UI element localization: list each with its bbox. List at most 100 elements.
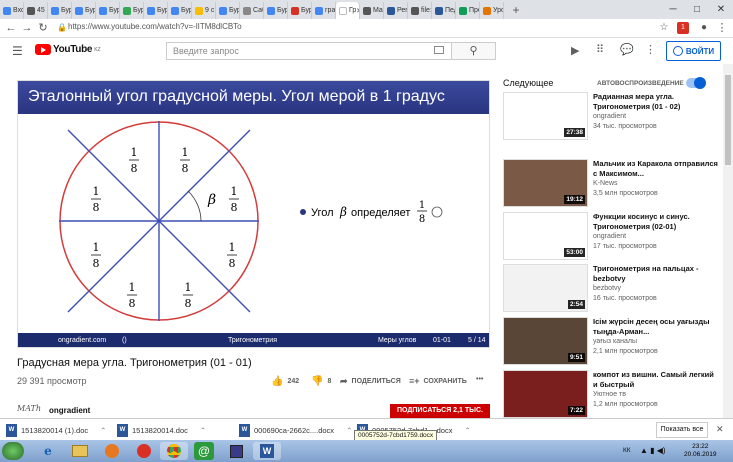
reload-icon[interactable]: ↻ xyxy=(36,21,50,35)
menu-icon[interactable]: ⋮ xyxy=(715,21,729,35)
more-actions-button[interactable]: ••• xyxy=(476,376,483,383)
login-button[interactable]: ВОЙТИ xyxy=(666,41,721,61)
show-all-downloads-button[interactable]: Показать все xyxy=(656,422,708,438)
browser-tab[interactable]: Вхо xyxy=(0,2,24,19)
video-thumbnail[interactable]: 53:00 xyxy=(503,212,588,260)
subscribe-button[interactable]: ПОДПИСАТЬСЯ 2,1 ТЫС. xyxy=(390,404,490,418)
video-title[interactable]: Мальчик из Каракола отправился с Максимо… xyxy=(593,159,718,179)
close-download-bar-icon[interactable]: ✕ xyxy=(716,424,724,435)
browser-tab[interactable]: Бур xyxy=(96,2,120,19)
video-title[interactable]: Тригонометрия на пальцах - bezbotvy xyxy=(593,264,718,284)
video-thumbnail[interactable]: 19:12 xyxy=(503,159,588,207)
video-title[interactable]: Ісім жүрсін десең осы уағызды тыңда-Арма… xyxy=(593,317,718,337)
like-button[interactable]: 👍 242 xyxy=(271,376,299,387)
start-button[interactable] xyxy=(2,442,24,460)
autoplay-toggle[interactable] xyxy=(686,77,706,89)
floppy-save-icon[interactable] xyxy=(222,442,250,460)
apps-grid-icon[interactable]: ⠿ xyxy=(596,43,604,56)
browser-tab[interactable]: Бур xyxy=(264,2,288,19)
browser-tab[interactable]: Бур xyxy=(120,2,144,19)
video-thumbnail[interactable]: 7:22 xyxy=(503,370,588,418)
browser-tab[interactable]: Бур xyxy=(72,2,96,19)
video-channel[interactable]: ongradient xyxy=(593,113,626,120)
keyboard-icon[interactable] xyxy=(434,46,444,54)
extension-badge[interactable]: 1 xyxy=(677,22,689,34)
download-options-chevron-icon[interactable]: ⌃ xyxy=(464,426,470,435)
video-channel[interactable]: Уютное тв xyxy=(593,391,626,398)
channel-name[interactable]: ongradient xyxy=(49,406,90,415)
browser-tab[interactable]: Бур xyxy=(288,2,312,19)
video-title[interactable]: компот из вишни. Самый легкий и быстрый xyxy=(593,370,718,390)
back-icon[interactable]: ← xyxy=(4,21,18,35)
search-button[interactable]: ⚲ xyxy=(452,42,496,60)
video-thumbnail[interactable]: 9:51 xyxy=(503,317,588,365)
dislike-button[interactable]: 👎 8 xyxy=(311,376,331,387)
recommended-video[interactable]: 2:54 Тригонометрия на пальцах - bezbotvy b… xyxy=(503,264,718,314)
file-explorer-icon[interactable] xyxy=(66,442,94,460)
bookmark-star-icon[interactable]: ☆ xyxy=(657,21,671,35)
close-window-button[interactable]: ✕ xyxy=(709,0,733,19)
download-options-chevron-icon[interactable]: ⌃ xyxy=(200,426,206,435)
tray-icons[interactable]: ▲ ▮ ◀) xyxy=(640,446,666,455)
internet-explorer-icon[interactable]: e xyxy=(34,442,62,460)
mail-agent-icon[interactable]: @ xyxy=(194,442,214,460)
download-options-chevron-icon[interactable]: ⌃ xyxy=(346,426,352,435)
recommended-video[interactable]: 53:00 Функции косинус и синус. Тригономет… xyxy=(503,212,718,262)
recommended-video[interactable]: 9:51 Ісім жүрсін десең осы уағызды тыңда-… xyxy=(503,317,718,367)
search-input[interactable]: Введите запрос xyxy=(166,42,452,60)
hamburger-menu-icon[interactable]: ☰ xyxy=(12,44,23,58)
word-icon[interactable]: W xyxy=(253,442,281,460)
browser-tab[interactable]: Реп xyxy=(384,2,408,19)
recommended-video[interactable]: 27:38 Радианная мера угла. Тригонометрия … xyxy=(503,92,718,142)
recommended-video[interactable]: 19:12 Мальчик из Каракола отправился с Ма… xyxy=(503,159,718,209)
browser-tab[interactable]: 9 с xyxy=(192,2,216,19)
video-channel[interactable]: ongradient xyxy=(593,233,626,240)
browser-tab[interactable]: 45 xyxy=(24,2,48,19)
forward-icon[interactable]: → xyxy=(20,21,34,35)
recommended-video[interactable]: 7:22 компот из вишни. Самый легкий и быст… xyxy=(503,370,718,420)
media-player-icon[interactable] xyxy=(98,442,126,460)
system-clock[interactable]: 23:22 20.06.2019 xyxy=(684,443,717,459)
language-indicator[interactable]: КК xyxy=(623,447,631,454)
video-thumbnail[interactable]: 27:38 xyxy=(503,92,588,140)
share-button[interactable]: ➦ ПОДЕЛИТЬСЯ xyxy=(340,376,401,387)
video-title[interactable]: Радианная мера угла. Тригонометрия (01 -… xyxy=(593,92,718,112)
maximize-button[interactable]: □ xyxy=(685,0,709,19)
settings-dots-icon[interactable]: ⋮ xyxy=(645,43,656,56)
browser-tab[interactable]: Про xyxy=(456,2,480,19)
browser-tab[interactable]: гра xyxy=(312,2,336,19)
tab-label: Бур xyxy=(109,7,120,14)
download-options-chevron-icon[interactable]: ⌃ xyxy=(100,426,106,435)
video-channel[interactable]: bezbotvy xyxy=(593,285,621,292)
upload-video-icon[interactable]: ▶ xyxy=(571,44,579,57)
browser-tab[interactable]: Бур xyxy=(168,2,192,19)
browser-tab[interactable]: file: xyxy=(408,2,432,19)
browser-tab[interactable]: Бур xyxy=(144,2,168,19)
profile-icon[interactable]: ● xyxy=(697,21,711,35)
browser-tab[interactable]: Бур xyxy=(216,2,240,19)
browser-tab[interactable]: Уро xyxy=(480,2,504,19)
messages-icon[interactable]: 💬 xyxy=(620,43,634,56)
download-item[interactable]: W 1513820014 (1).doc ⌃ xyxy=(6,422,106,438)
new-tab-button[interactable]: + xyxy=(508,2,524,18)
channel-logo[interactable]: MATh xyxy=(17,404,47,413)
download-item[interactable]: W 1513820014.doc ⌃ xyxy=(117,422,206,438)
browser-tab[interactable]: Гр✕ xyxy=(336,2,360,19)
minimize-button[interactable]: ─ xyxy=(661,0,685,19)
browser-tab[interactable]: Ма xyxy=(360,2,384,19)
browser-tab[interactable]: Пед xyxy=(432,2,456,19)
chrome-icon[interactable] xyxy=(160,442,188,460)
url-field[interactable]: https://www.youtube.com/watch?v=-lITM8dl… xyxy=(68,22,242,31)
browser-tab[interactable]: Саб xyxy=(240,2,264,19)
yandex-icon[interactable] xyxy=(130,442,158,460)
youtube-logo[interactable]: YouTube KZ xyxy=(35,44,101,55)
save-button[interactable]: ≡+ СОХРАНИТЬ xyxy=(409,376,467,386)
scrollbar-thumb[interactable] xyxy=(725,75,731,165)
video-channel[interactable]: K-News xyxy=(593,180,618,187)
video-player[interactable]: Эталонный угол градусной меры. Угол меро… xyxy=(17,80,490,348)
download-item[interactable]: W 000690ca-2662c....docx ⌃ xyxy=(239,422,352,438)
browser-tab[interactable]: Бур xyxy=(48,2,72,19)
video-title[interactable]: Функции косинус и синус. Тригонометрия (… xyxy=(593,212,718,232)
video-channel[interactable]: уағыз каналы xyxy=(593,338,637,345)
video-thumbnail[interactable]: 2:54 xyxy=(503,264,588,312)
